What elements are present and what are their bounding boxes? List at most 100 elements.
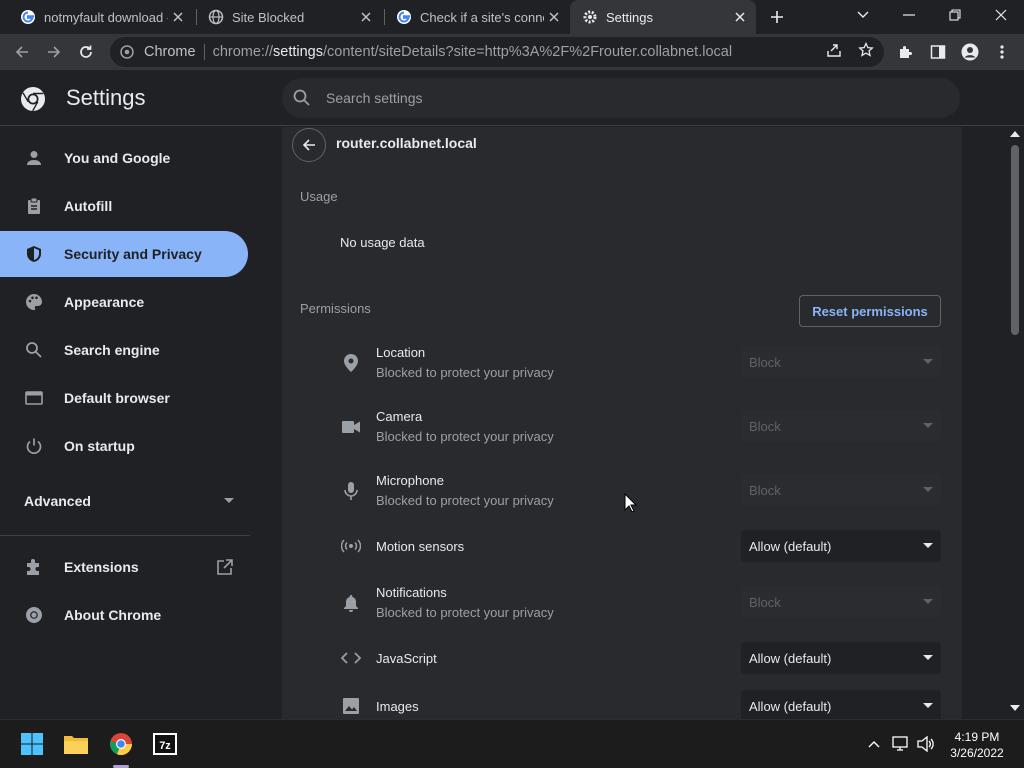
- chrome-logo-icon: [20, 86, 46, 112]
- microphone-select[interactable]: Block: [741, 474, 941, 506]
- back-arrow-button[interactable]: [292, 128, 326, 162]
- sidebar-item-label: Security and Privacy: [64, 246, 202, 262]
- location-select[interactable]: Block: [741, 346, 941, 378]
- profile-avatar-icon[interactable]: [956, 38, 984, 66]
- sidebar-item-autofill[interactable]: Autofill: [0, 183, 248, 229]
- permission-row-camera: Camera Blocked to protect your privacy B…: [282, 399, 962, 455]
- sidebar-item-label: Search engine: [64, 342, 160, 358]
- browser-toolbar: Chrome chrome://settings/content/siteDet…: [0, 34, 1024, 70]
- advanced-toggle[interactable]: Advanced: [24, 493, 234, 509]
- bookmark-star-icon[interactable]: [856, 40, 876, 60]
- open-in-new-icon[interactable]: [216, 558, 234, 576]
- menu-kebab-icon[interactable]: [988, 38, 1016, 66]
- caret-down-icon: [923, 487, 933, 493]
- tab-site-blocked[interactable]: Site Blocked: [196, 0, 382, 34]
- start-windows-icon[interactable]: [17, 729, 47, 759]
- sidebar-item-appearance[interactable]: Appearance: [0, 279, 248, 325]
- close-window-button[interactable]: [979, 0, 1023, 30]
- sidebar-item-default-browser[interactable]: Default browser: [0, 375, 248, 421]
- permission-subtext: Blocked to protect your privacy: [376, 365, 554, 380]
- sidebar-item-label: About Chrome: [64, 607, 162, 623]
- permission-subtext: Blocked to protect your privacy: [376, 429, 554, 444]
- scroll-down-arrow-icon[interactable]: [1010, 705, 1020, 711]
- restore-button[interactable]: [933, 0, 977, 30]
- minimize-button[interactable]: [887, 0, 931, 30]
- power-icon: [24, 436, 44, 456]
- motion-sensors-select[interactable]: Allow (default): [741, 530, 941, 562]
- file-explorer-icon[interactable]: [61, 729, 91, 759]
- url-scheme: chrome://: [212, 44, 274, 60]
- close-icon[interactable]: [544, 7, 564, 27]
- puzzle-icon: [24, 557, 44, 577]
- sidebar-item-label: Autofill: [64, 198, 113, 214]
- tab-notmyfault[interactable]: notmyfault download -: [8, 0, 194, 34]
- chrome-taskbar-icon[interactable]: [106, 729, 136, 759]
- select-value: Block: [749, 354, 781, 370]
- search-icon: [24, 340, 44, 360]
- sidebar-item-search-engine[interactable]: Search engine: [0, 327, 248, 373]
- close-icon[interactable]: [168, 7, 188, 27]
- sidebar: You and Google Autofill Security and Pri…: [0, 127, 282, 719]
- share-icon[interactable]: [824, 40, 844, 60]
- sidebar-item-security-and-privacy[interactable]: Security and Privacy: [0, 231, 248, 277]
- sidebar-item-extensions[interactable]: Extensions: [0, 544, 248, 590]
- volume-icon[interactable]: [916, 734, 936, 754]
- clock-date: 3/26/2022: [950, 746, 1004, 760]
- scroll-up-arrow-icon[interactable]: [1010, 131, 1020, 137]
- 7zip-icon[interactable]: 7z: [150, 729, 180, 759]
- tab-title: Check if a site's connec: [420, 9, 544, 25]
- globe-icon: [208, 9, 224, 25]
- side-panel-icon[interactable]: [924, 38, 952, 66]
- address-bar[interactable]: Chrome chrome://settings/content/siteDet…: [110, 37, 884, 67]
- sidebar-item-you-and-google[interactable]: You and Google: [0, 135, 248, 181]
- scroll-thumb[interactable]: [1011, 145, 1019, 335]
- network-icon[interactable]: [891, 734, 911, 754]
- javascript-select[interactable]: Allow (default): [741, 642, 941, 674]
- extensions-puzzle-icon[interactable]: [892, 38, 920, 66]
- close-icon[interactable]: [730, 7, 750, 27]
- chrome-icon: [118, 43, 136, 61]
- svg-text:7z: 7z: [159, 740, 171, 752]
- notifications-select[interactable]: Block: [741, 586, 941, 618]
- clipboard-icon: [24, 196, 44, 216]
- advanced-label: Advanced: [24, 493, 91, 509]
- tab-settings[interactable]: Settings: [570, 0, 756, 34]
- sidebar-item-label: You and Google: [64, 150, 171, 166]
- tab-check-site[interactable]: Check if a site's connec: [384, 0, 570, 34]
- tab-title: Settings: [606, 9, 653, 25]
- caret-down-icon: [923, 423, 933, 429]
- select-value: Allow (default): [749, 698, 832, 714]
- back-button[interactable]: [8, 38, 36, 66]
- chevron-up-icon[interactable]: [864, 734, 884, 754]
- search-input[interactable]: [326, 90, 926, 106]
- reset-permissions-button[interactable]: Reset permissions: [799, 295, 941, 327]
- select-value: Allow (default): [749, 650, 832, 666]
- search-settings-box[interactable]: [282, 78, 960, 118]
- new-tab-button[interactable]: [766, 6, 788, 28]
- sidebar-item-label: Default browser: [64, 390, 170, 406]
- sidebar-item-label: Appearance: [64, 294, 145, 310]
- system-clock[interactable]: 4:19 PM 3/26/2022: [940, 729, 1014, 761]
- caret-down-icon: [923, 599, 933, 605]
- forward-button[interactable]: [40, 38, 68, 66]
- permission-row-microphone: Microphone Blocked to protect your priva…: [282, 463, 962, 519]
- sidebar-item-label: On startup: [64, 438, 135, 454]
- select-value: Block: [749, 418, 781, 434]
- clock-time: 4:19 PM: [954, 730, 1000, 744]
- sidebar-item-about-chrome[interactable]: About Chrome: [0, 592, 248, 638]
- tab-title: Site Blocked: [232, 9, 305, 25]
- url-host: settings: [273, 44, 323, 60]
- mouse-cursor-icon: [624, 493, 637, 513]
- settings-header: Settings: [0, 70, 1024, 126]
- scrollbar[interactable]: [1006, 127, 1024, 719]
- tab-strip: notmyfault download - Site Blocked Check…: [0, 0, 1024, 34]
- images-select[interactable]: Allow (default): [741, 690, 941, 719]
- browser-icon: [24, 388, 44, 408]
- close-icon[interactable]: [356, 7, 376, 27]
- reload-button[interactable]: [72, 38, 100, 66]
- caret-down-icon: [923, 543, 933, 549]
- camera-select[interactable]: Block: [741, 410, 941, 442]
- bell-icon: [340, 592, 362, 614]
- tab-search-button[interactable]: [841, 0, 885, 30]
- sidebar-item-on-startup[interactable]: On startup: [0, 423, 248, 469]
